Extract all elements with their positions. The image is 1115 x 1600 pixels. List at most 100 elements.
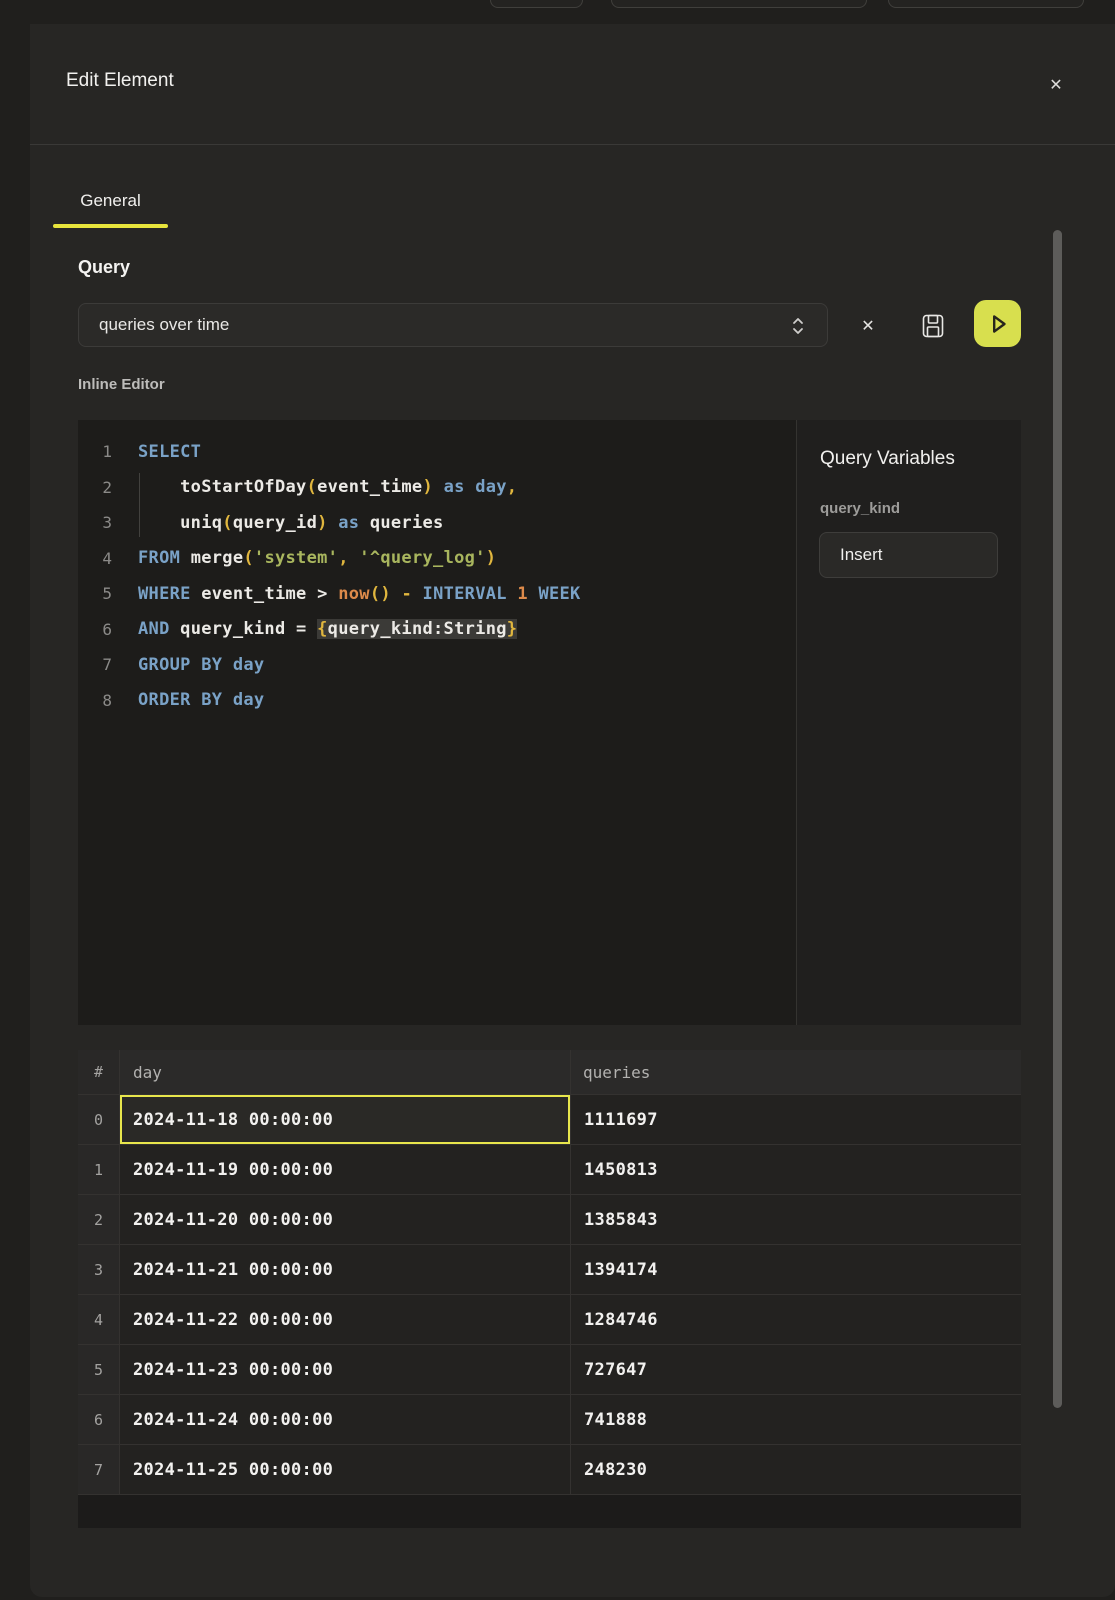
row-index[interactable]: 7 bbox=[78, 1445, 120, 1495]
line-number: 2 bbox=[78, 478, 112, 497]
code-token: day bbox=[233, 690, 265, 710]
code-token: now bbox=[338, 584, 370, 604]
code-token: , bbox=[507, 477, 518, 497]
tab-label: General bbox=[80, 191, 140, 211]
code-text: FROM merge('system', '^query_log') bbox=[138, 548, 496, 568]
code-token: ) bbox=[486, 548, 497, 568]
save-query-button[interactable] bbox=[915, 308, 951, 344]
row-index[interactable]: 4 bbox=[78, 1295, 120, 1345]
column-header-index: # bbox=[78, 1050, 120, 1095]
row-index[interactable]: 0 bbox=[78, 1095, 120, 1145]
background-button[interactable] bbox=[888, 0, 1084, 8]
insert-variable-button[interactable]: Insert bbox=[819, 532, 998, 578]
code-token: () bbox=[370, 584, 391, 604]
table-cell-queries[interactable]: 248230 bbox=[571, 1445, 1021, 1495]
modal-scrollbar-thumb[interactable] bbox=[1053, 230, 1062, 1408]
row-index[interactable]: 5 bbox=[78, 1345, 120, 1395]
code-text: AND query_kind = {query_kind:String} bbox=[138, 619, 517, 639]
run-query-button[interactable] bbox=[974, 300, 1021, 347]
tab-general[interactable]: General bbox=[53, 174, 168, 228]
code-token: query_id bbox=[233, 513, 317, 533]
query-select[interactable]: queries over time bbox=[78, 303, 828, 347]
row-index[interactable]: 6 bbox=[78, 1395, 120, 1445]
code-token: as bbox=[444, 477, 465, 497]
query-variable-name: query_kind bbox=[820, 500, 900, 517]
code-token: 1 bbox=[517, 584, 528, 604]
code-token: INTERVAL bbox=[423, 584, 507, 604]
code-token bbox=[412, 584, 423, 604]
active-tab-indicator bbox=[53, 224, 168, 228]
play-icon bbox=[985, 311, 1011, 337]
table-cell-queries[interactable]: 741888 bbox=[571, 1395, 1021, 1445]
code-token: uniq bbox=[180, 513, 222, 533]
selected-cell[interactable]: 2024-11-18 00:00:00 bbox=[120, 1095, 571, 1145]
code-token: } bbox=[507, 619, 518, 639]
table-cell-queries[interactable]: 1111697 bbox=[571, 1095, 1021, 1145]
table-cell-day[interactable]: 2024-11-25 00:00:00 bbox=[120, 1445, 571, 1495]
table-cell-queries[interactable]: 1284746 bbox=[571, 1295, 1021, 1345]
table-cell-queries[interactable]: 1394174 bbox=[571, 1245, 1021, 1295]
code-token bbox=[349, 548, 360, 568]
table-cell-day[interactable]: 2024-11-23 00:00:00 bbox=[120, 1345, 571, 1395]
line-number: 8 bbox=[78, 691, 112, 710]
code-token bbox=[138, 477, 180, 497]
code-token: > bbox=[307, 584, 339, 604]
query-section-heading: Query bbox=[78, 257, 130, 278]
code-token: merge bbox=[191, 548, 244, 568]
code-token: day bbox=[233, 655, 265, 675]
modal-title: Edit Element bbox=[66, 70, 174, 92]
table-cell-day[interactable]: 2024-11-21 00:00:00 bbox=[120, 1245, 571, 1295]
table-cell-day[interactable]: 2024-11-20 00:00:00 bbox=[120, 1195, 571, 1245]
clear-query-button[interactable]: ✕ bbox=[852, 309, 884, 341]
code-token: - bbox=[401, 584, 412, 604]
table-cell-day[interactable]: 2024-11-22 00:00:00 bbox=[120, 1295, 571, 1345]
code-token: as bbox=[338, 513, 359, 533]
code-line: 4 FROM merge('system', '^query_log') bbox=[78, 541, 796, 577]
indent-guide bbox=[139, 473, 140, 537]
code-token: queries bbox=[370, 513, 444, 533]
line-number: 4 bbox=[78, 549, 112, 568]
code-token: day bbox=[475, 477, 507, 497]
code-text: GROUP BY day bbox=[138, 655, 264, 675]
table-cell-queries[interactable]: 727647 bbox=[571, 1345, 1021, 1395]
code-token: BY bbox=[201, 655, 222, 675]
row-index[interactable]: 3 bbox=[78, 1245, 120, 1295]
table-cell-queries[interactable]: 1450813 bbox=[571, 1145, 1021, 1195]
row-index[interactable]: 2 bbox=[78, 1195, 120, 1245]
code-token bbox=[191, 655, 202, 675]
background-button[interactable] bbox=[611, 0, 867, 8]
table-cell-queries[interactable]: 1385843 bbox=[571, 1195, 1021, 1245]
sql-editor: 1SELECT2 toStartOfDay(event_time) as day… bbox=[78, 420, 1021, 1025]
code-token: BY bbox=[201, 690, 222, 710]
code-token bbox=[391, 584, 402, 604]
table-cell-day[interactable]: 2024-11-19 00:00:00 bbox=[120, 1145, 571, 1195]
row-index[interactable]: 1 bbox=[78, 1145, 120, 1195]
code-token: WEEK bbox=[538, 584, 580, 604]
code-token bbox=[465, 477, 476, 497]
code-token: , bbox=[338, 548, 349, 568]
code-token: ) bbox=[422, 477, 433, 497]
code-editor-area[interactable]: 1SELECT2 toStartOfDay(event_time) as day… bbox=[78, 420, 796, 1025]
code-token bbox=[180, 548, 191, 568]
code-token: FROM bbox=[138, 548, 180, 568]
code-token bbox=[170, 619, 181, 639]
code-token: GROUP bbox=[138, 655, 191, 675]
line-number: 7 bbox=[78, 655, 112, 674]
code-token: ( bbox=[307, 477, 318, 497]
close-button[interactable]: ✕ bbox=[1040, 68, 1072, 100]
code-text: ORDER BY day bbox=[138, 690, 264, 710]
code-line: 1SELECT bbox=[78, 434, 796, 470]
code-token bbox=[222, 655, 233, 675]
table-cell-day[interactable]: 2024-11-24 00:00:00 bbox=[120, 1395, 571, 1445]
code-token: event_time bbox=[317, 477, 422, 497]
clear-icon: ✕ bbox=[861, 316, 874, 335]
code-text: SELECT bbox=[138, 442, 201, 462]
code-token: 'system' bbox=[254, 548, 338, 568]
table-footer bbox=[78, 1495, 1021, 1528]
code-line: 8 ORDER BY day bbox=[78, 683, 796, 719]
code-token: '^query_log' bbox=[359, 548, 485, 568]
background-button[interactable] bbox=[490, 0, 583, 8]
chevron-up-down-icon bbox=[791, 315, 805, 337]
code-token: { bbox=[317, 619, 328, 639]
code-token bbox=[328, 513, 339, 533]
